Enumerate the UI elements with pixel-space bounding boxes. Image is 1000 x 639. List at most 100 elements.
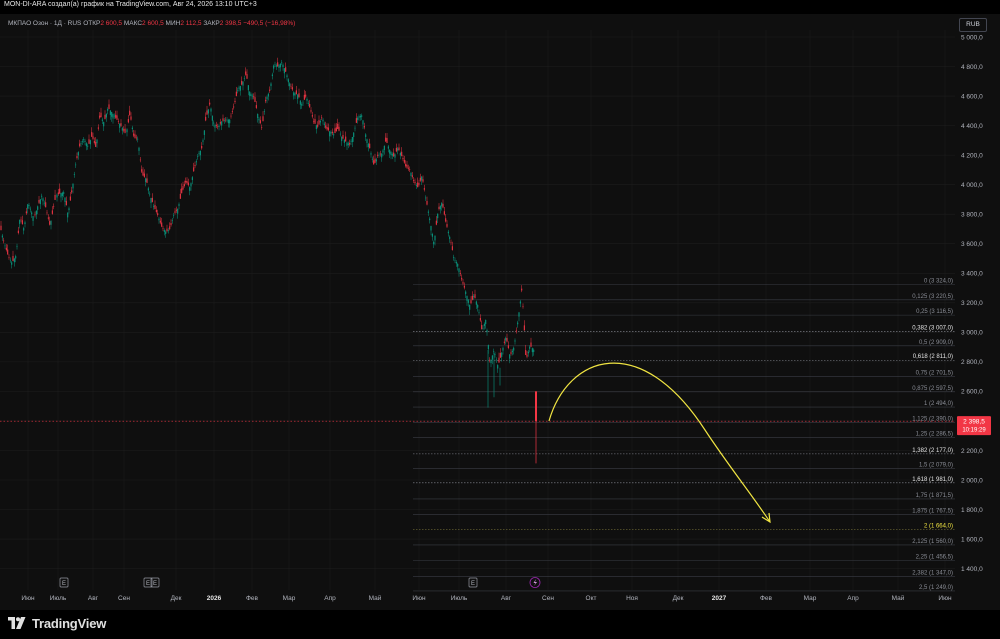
- candle-body: [111, 111, 113, 117]
- candle-body: [96, 139, 98, 144]
- candle-body: [391, 154, 393, 156]
- candle-body: [354, 127, 356, 129]
- time-axis-label: Июн: [21, 595, 35, 602]
- candle-body: [318, 120, 320, 125]
- candle-body: [247, 85, 249, 91]
- forecast-arrow: [548, 362, 771, 524]
- candle-body: [270, 83, 272, 87]
- price-chart[interactable]: 0 (3 324,0) 0,125 (3 220,5) 0,25 (3 116,5)…: [0, 0, 1000, 639]
- last-candle: [0, 391, 955, 464]
- candle-body: [190, 183, 192, 187]
- price-axis: 5 000,0 4 800,0 4 600,0 4 400,0 4 200,0 4 000…: [961, 34, 983, 573]
- time-axis-label: Ноя: [626, 595, 638, 602]
- candle-body: [333, 134, 335, 136]
- candle-body: [13, 258, 15, 263]
- fib-level-label: 0 (3 324,0): [924, 278, 953, 284]
- candle-body: [413, 180, 415, 181]
- change-value: −490,5 (−16,98%): [243, 20, 296, 27]
- candle-body: [389, 149, 391, 154]
- candle-body: [157, 213, 159, 216]
- candle-body: [394, 154, 396, 158]
- price-axis-label: 2 600,0: [961, 389, 983, 396]
- candle-body: [377, 154, 379, 156]
- candle-body: [263, 111, 265, 112]
- symbol-legend[interactable]: МКПАО Озон · 1Д · RUS ОТКР2 600,5 МАКС2 …: [8, 20, 295, 27]
- candle-body: [91, 132, 93, 137]
- candle-body: [427, 211, 429, 213]
- candle-body: [495, 359, 497, 361]
- candle-body: [49, 221, 51, 225]
- fib-level-label: 1,25 (2 286,5): [916, 432, 953, 438]
- candle-body: [25, 211, 27, 214]
- candle-body: [265, 99, 267, 102]
- candle-body: [149, 193, 151, 195]
- candle-body: [422, 179, 424, 182]
- candle-body: [29, 208, 31, 210]
- candle-body: [24, 222, 26, 225]
- fib-level-label: 1,125 (2 390,0): [912, 416, 953, 422]
- candle-body: [120, 123, 122, 126]
- candle-body: [515, 330, 517, 332]
- candle-body: [523, 325, 525, 331]
- candle-body: [97, 127, 99, 129]
- candle-body: [54, 194, 56, 200]
- candle-body: [138, 147, 140, 151]
- candle-body: [449, 236, 451, 240]
- candle-body: [530, 342, 532, 347]
- brand-logo[interactable]: TradingView: [8, 615, 106, 631]
- candle-body: [46, 212, 48, 214]
- fib-level-label: 2,25 (1 456,5): [916, 554, 953, 560]
- open-value: 2 600,5: [100, 20, 123, 27]
- candle-body: [373, 160, 375, 165]
- candle-body: [497, 365, 499, 369]
- candle-body: [403, 159, 405, 163]
- candle-body: [437, 213, 439, 219]
- fib-level-label: 0,618 (2 811,0): [913, 354, 953, 360]
- candle-body: [67, 212, 69, 218]
- candle-body: [393, 152, 395, 157]
- candle-body: [453, 256, 455, 258]
- candle-body: [42, 198, 44, 202]
- candle-body: [293, 92, 295, 96]
- price-axis-label: 4 400,0: [961, 123, 983, 130]
- candle-body: [367, 143, 369, 148]
- candle-body: [417, 182, 419, 188]
- candle-body: [85, 143, 87, 147]
- candle-body: [342, 134, 344, 139]
- candle-body: [501, 352, 503, 357]
- candle-body: [509, 354, 511, 359]
- candle-body: [251, 95, 253, 97]
- candle-body: [150, 197, 152, 203]
- candle-body: [415, 185, 417, 187]
- candle-body: [454, 259, 456, 261]
- candle-body: [8, 256, 10, 258]
- candle-body: [218, 125, 220, 128]
- candle-body: [290, 86, 292, 87]
- candle-body: [489, 359, 491, 361]
- candle-body: [401, 151, 403, 156]
- currency-button[interactable]: RUB: [959, 18, 987, 32]
- fib-level-label: 2,5 (1 249,0): [919, 585, 953, 591]
- price-axis-label: 4 200,0: [961, 152, 983, 159]
- fib-level-label: 1 (2 494,0): [924, 401, 953, 407]
- candle-body: [518, 312, 520, 317]
- candle-body: [407, 167, 409, 169]
- candle-body: [486, 330, 488, 333]
- candle-body: [134, 134, 136, 138]
- candle-body: [307, 103, 309, 104]
- candle-body: [95, 142, 97, 147]
- candle-body: [353, 132, 355, 138]
- candle-body: [467, 300, 469, 303]
- candle-body: [310, 110, 312, 112]
- candle-body: [430, 226, 432, 231]
- candle-body: [438, 206, 440, 210]
- candle-body: [169, 226, 171, 230]
- footer-bar: [0, 610, 1000, 639]
- candle-body: [235, 91, 237, 96]
- time-axis: Июн Июль Авг Сен Дек 2026 Фев Мар Апр Май Июн Июль А…: [21, 594, 952, 602]
- candle-body: [77, 152, 79, 156]
- candle-body: [27, 204, 29, 209]
- candle-body: [525, 349, 527, 355]
- candle-body: [262, 116, 264, 122]
- price-axis-label: 4 800,0: [961, 64, 983, 71]
